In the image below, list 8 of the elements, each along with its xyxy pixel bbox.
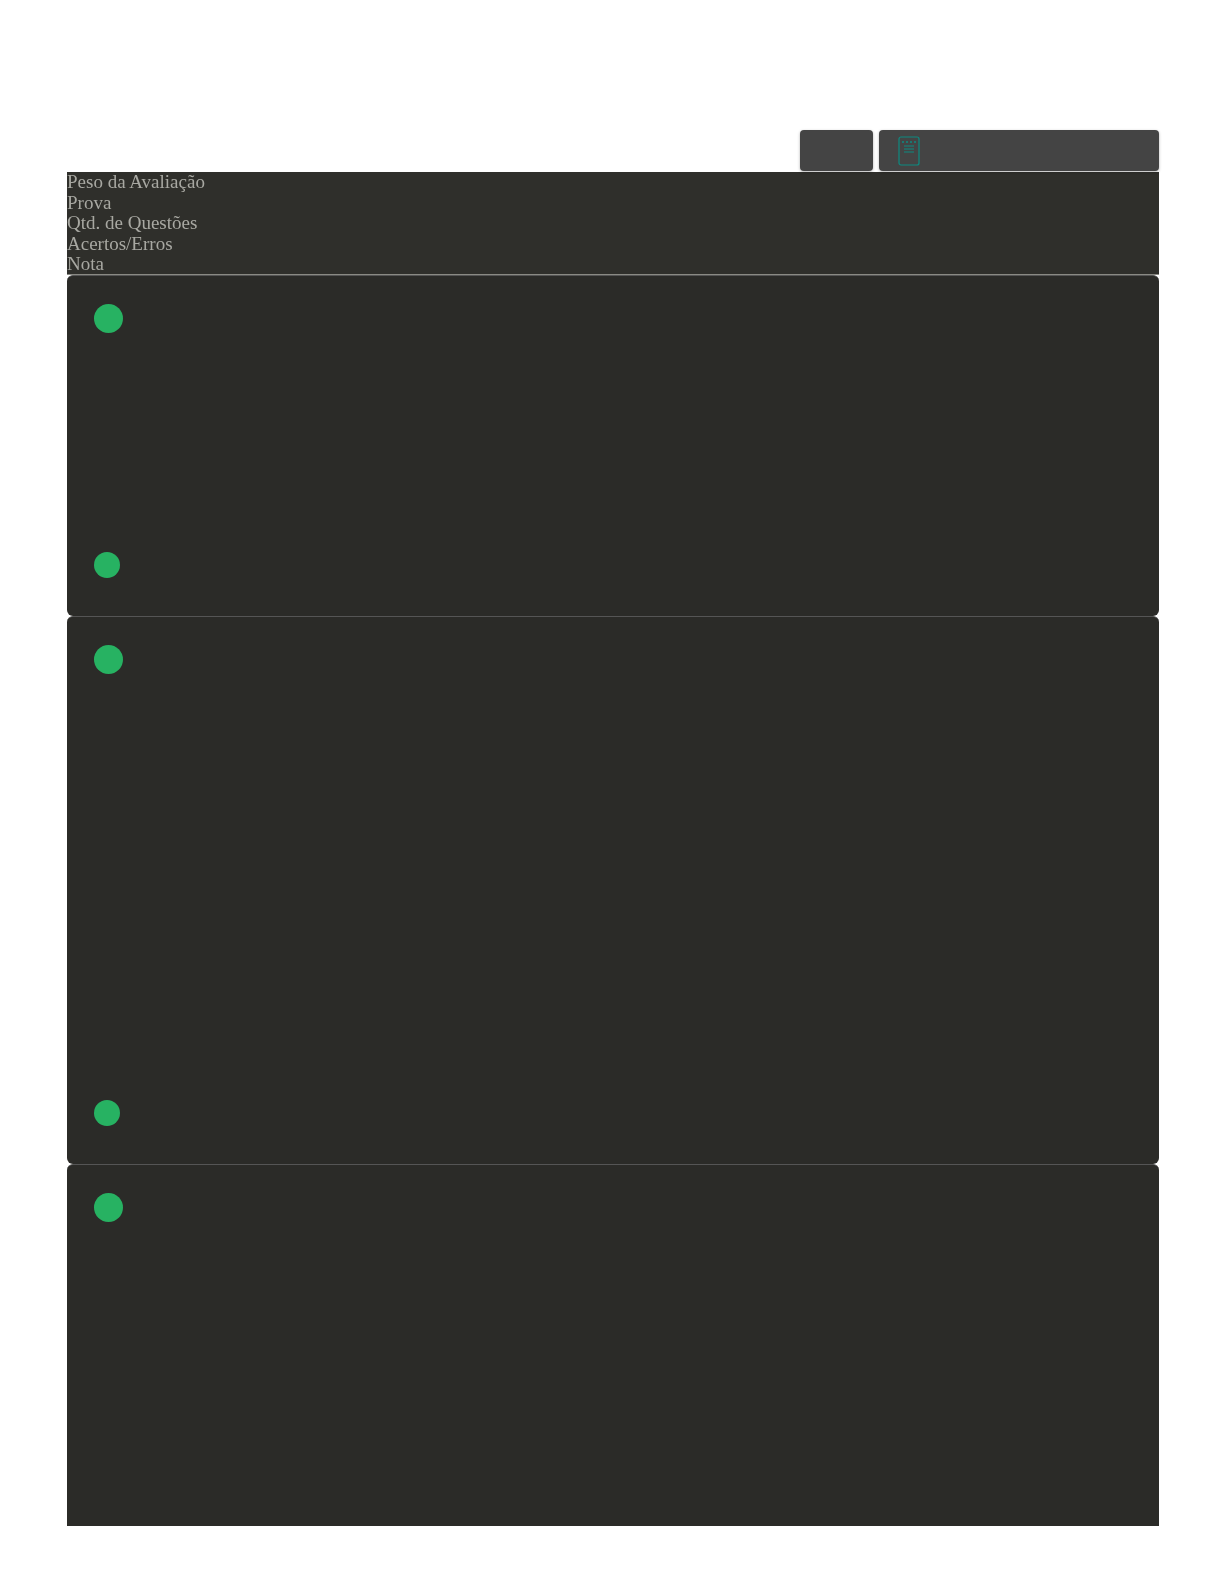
- toolbar-button[interactable]: [800, 130, 873, 171]
- column-label: Prova: [67, 192, 112, 214]
- document-icon: [898, 135, 920, 166]
- column-label: Nota: [67, 254, 104, 275]
- column-label: Peso da Avaliação: [67, 172, 205, 193]
- column-label: Qtd. de Questões: [67, 213, 198, 234]
- column-label: Acertos/Erros: [67, 233, 173, 255]
- menu-button[interactable]: [879, 130, 1159, 171]
